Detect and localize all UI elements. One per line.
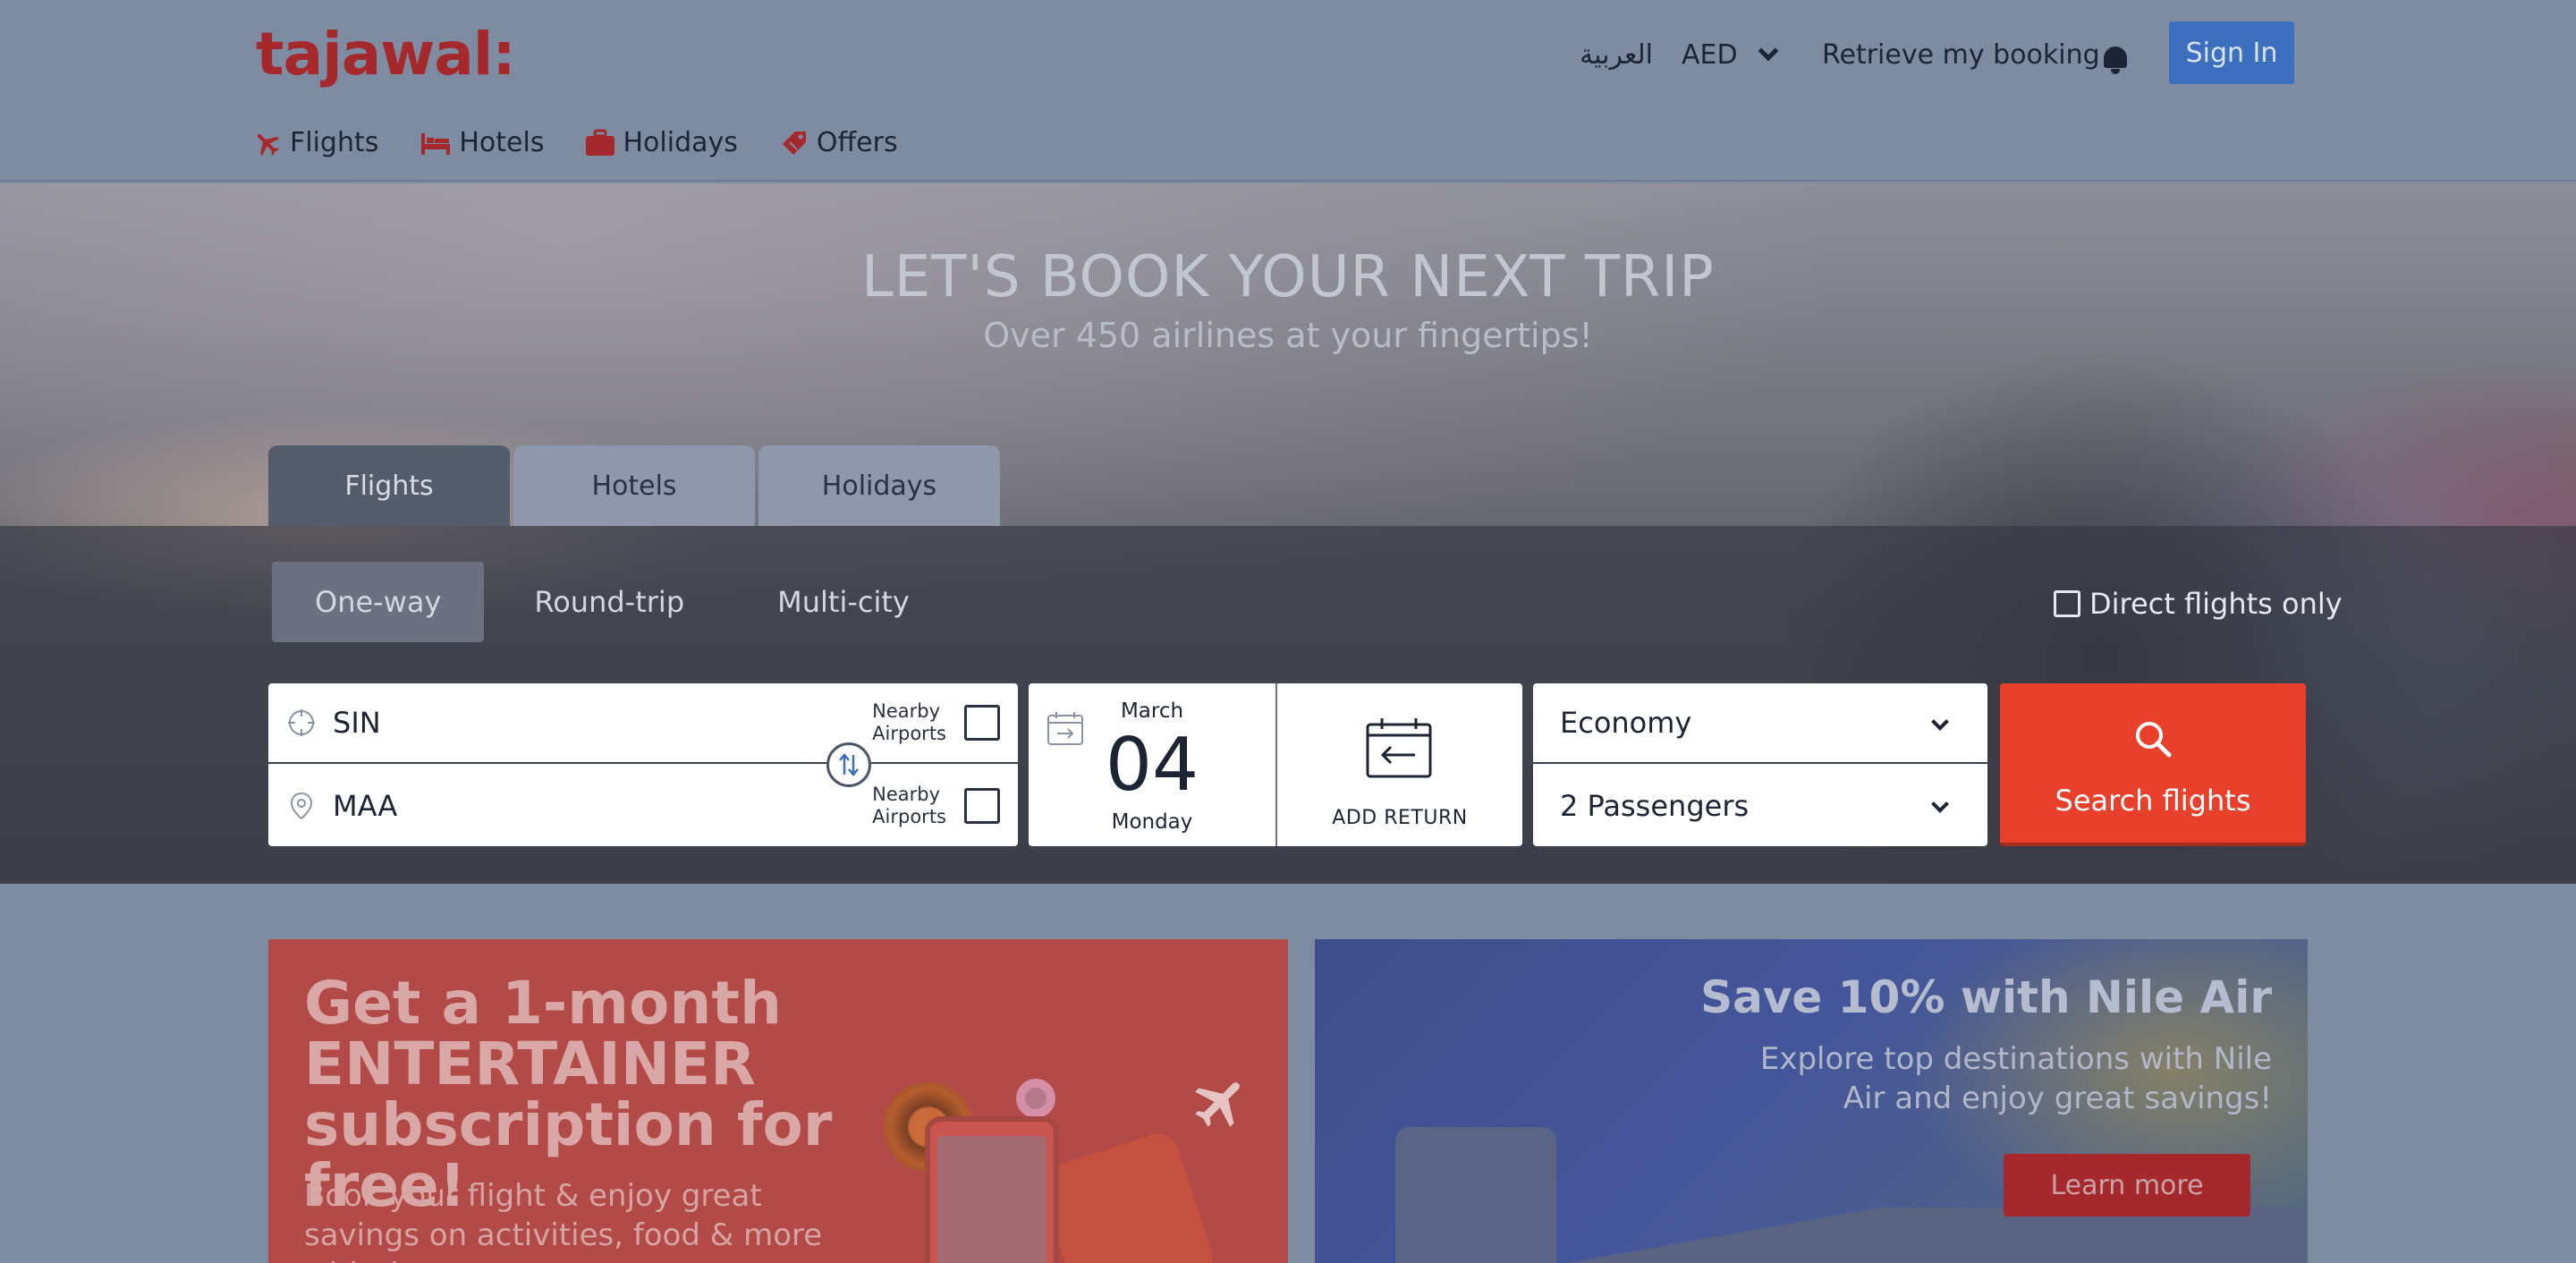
chevron-down-icon bbox=[1931, 713, 1949, 731]
hero-subtitle: Over 450 airlines at your fingertips! bbox=[983, 316, 1593, 355]
currency-selector[interactable]: AED bbox=[1682, 39, 1778, 71]
donut-illustration bbox=[1016, 1079, 1055, 1118]
departure-weekday: Monday bbox=[1111, 810, 1193, 834]
origin-nearby-line1: Nearby bbox=[872, 700, 941, 722]
learn-more-button[interactable]: Learn more bbox=[2004, 1154, 2250, 1216]
destination-field[interactable]: MAA Nearby Airports bbox=[268, 766, 1018, 846]
bed-icon bbox=[421, 132, 451, 155]
cabin-class-select[interactable]: Economy bbox=[1533, 683, 1987, 764]
destination-nearby-checkbox[interactable] bbox=[964, 788, 1000, 824]
crosshair-icon bbox=[288, 709, 315, 736]
origin-nearby-label: Nearby Airports bbox=[872, 700, 946, 745]
origin-nearby-checkbox[interactable] bbox=[964, 705, 1000, 741]
add-return-label: ADD RETURN bbox=[1332, 807, 1468, 829]
phone-illustration bbox=[925, 1116, 1059, 1263]
tab-holidays[interactable]: Holidays bbox=[758, 445, 1000, 526]
plane-icon bbox=[257, 133, 280, 156]
direct-flights-toggle[interactable]: Direct flights only bbox=[2054, 587, 2343, 621]
cabin-class-value: Economy bbox=[1560, 706, 1692, 740]
hero-section: LET'S BOOK YOUR NEXT TRIP Over 450 airli… bbox=[0, 183, 2576, 884]
fort-illustration bbox=[1395, 1127, 1556, 1263]
passengers-select[interactable]: 2 Passengers bbox=[1533, 766, 1987, 846]
trip-type-selector: One-way Round-trip Multi-city bbox=[272, 562, 960, 642]
entertainer-promo-banner[interactable]: Get a 1-month ENTERTAINER subscription f… bbox=[268, 939, 1288, 1263]
nile-air-body: Explore top destinations with Nile Air a… bbox=[1759, 1041, 2272, 1116]
swap-airports-button[interactable] bbox=[826, 742, 871, 787]
origin-nearby-line2: Airports bbox=[872, 723, 946, 744]
nile-air-headline: Save 10% with Nile Air bbox=[1700, 971, 2272, 1023]
search-flights-label: Search flights bbox=[2055, 784, 2251, 818]
passengers-value: 2 Passengers bbox=[1560, 789, 1750, 823]
trip-one-way[interactable]: One-way bbox=[272, 562, 485, 642]
sign-in-button[interactable]: Sign In bbox=[2169, 21, 2294, 84]
airplane-illustration-icon bbox=[1195, 1082, 1240, 1127]
nav-flights[interactable]: Flights bbox=[252, 127, 378, 158]
suitcase-illustration bbox=[1035, 1128, 1219, 1263]
entertainer-body: Book your flight & enjoy great savings o… bbox=[304, 1178, 823, 1263]
tab-hotels[interactable]: Hotels bbox=[513, 445, 755, 526]
tag-icon bbox=[782, 131, 806, 155]
direct-flights-checkbox[interactable] bbox=[2054, 590, 2080, 617]
search-flights-button[interactable]: Search flights bbox=[2000, 683, 2306, 846]
departure-day: 04 bbox=[1105, 723, 1199, 808]
chevron-down-icon bbox=[1758, 40, 1778, 61]
departure-month: March bbox=[1120, 699, 1184, 723]
trip-round-trip[interactable]: Round-trip bbox=[491, 562, 727, 642]
nav-flights-label: Flights bbox=[290, 127, 379, 158]
search-icon bbox=[2136, 722, 2172, 758]
site-header: tajawal: العربية AED Retrieve my booking… bbox=[0, 0, 2576, 182]
destination-value[interactable]: MAA bbox=[333, 789, 872, 823]
phone-screen bbox=[937, 1136, 1046, 1263]
language-link[interactable]: العربية bbox=[1580, 39, 1653, 71]
return-calendar-icon bbox=[1366, 718, 1432, 778]
destination-nearby-line1: Nearby bbox=[872, 784, 941, 805]
nav-offers-label: Offers bbox=[816, 127, 898, 158]
date-fields: March 04 Monday ADD RETURN bbox=[1029, 683, 1522, 846]
destination-nearby-label: Nearby Airports bbox=[872, 784, 946, 828]
tajawal-logo[interactable]: tajawal: bbox=[256, 20, 516, 89]
route-fields: SIN Nearby Airports MAA Nearby Airports bbox=[268, 683, 1018, 846]
origin-field[interactable]: SIN Nearby Airports bbox=[268, 683, 1018, 764]
chevron-down-icon bbox=[1931, 795, 1949, 813]
currency-label: AED bbox=[1682, 39, 1738, 71]
add-return-button[interactable]: ADD RETURN bbox=[1277, 683, 1522, 846]
origin-value[interactable]: SIN bbox=[333, 706, 872, 740]
flight-search-panel: One-way Round-trip Multi-city Direct fli… bbox=[0, 526, 2576, 884]
nav-hotels[interactable]: Hotels bbox=[419, 127, 544, 158]
tab-flights[interactable]: Flights bbox=[268, 445, 510, 526]
retrieve-booking-link[interactable]: Retrieve my booking bbox=[1822, 39, 2100, 71]
direct-flights-label: Direct flights only bbox=[2089, 587, 2343, 621]
nav-holidays[interactable]: Holidays bbox=[585, 127, 738, 158]
hero-title: LET'S BOOK YOUR NEXT TRIP bbox=[861, 244, 1715, 310]
trip-multi-city[interactable]: Multi-city bbox=[734, 562, 953, 642]
suitcase-icon bbox=[586, 129, 615, 156]
nav-hotels-label: Hotels bbox=[459, 127, 545, 158]
swap-arrows-icon bbox=[839, 753, 859, 776]
main-nav: Flights Hotels Holidays Offers bbox=[252, 127, 939, 158]
location-pin-icon bbox=[290, 792, 313, 820]
nile-air-promo-banner[interactable]: Save 10% with Nile Air Explore top desti… bbox=[1315, 939, 2308, 1263]
departure-date-field[interactable]: March 04 Monday bbox=[1029, 683, 1275, 846]
nav-holidays-label: Holidays bbox=[623, 127, 738, 158]
bell-icon bbox=[2102, 45, 2129, 75]
cabin-passenger-fields: Economy 2 Passengers bbox=[1533, 683, 1987, 846]
product-tabs: Flights Hotels Holidays bbox=[268, 445, 1004, 526]
destination-nearby-line2: Airports bbox=[872, 806, 946, 827]
nav-offers[interactable]: Offers bbox=[779, 127, 898, 158]
